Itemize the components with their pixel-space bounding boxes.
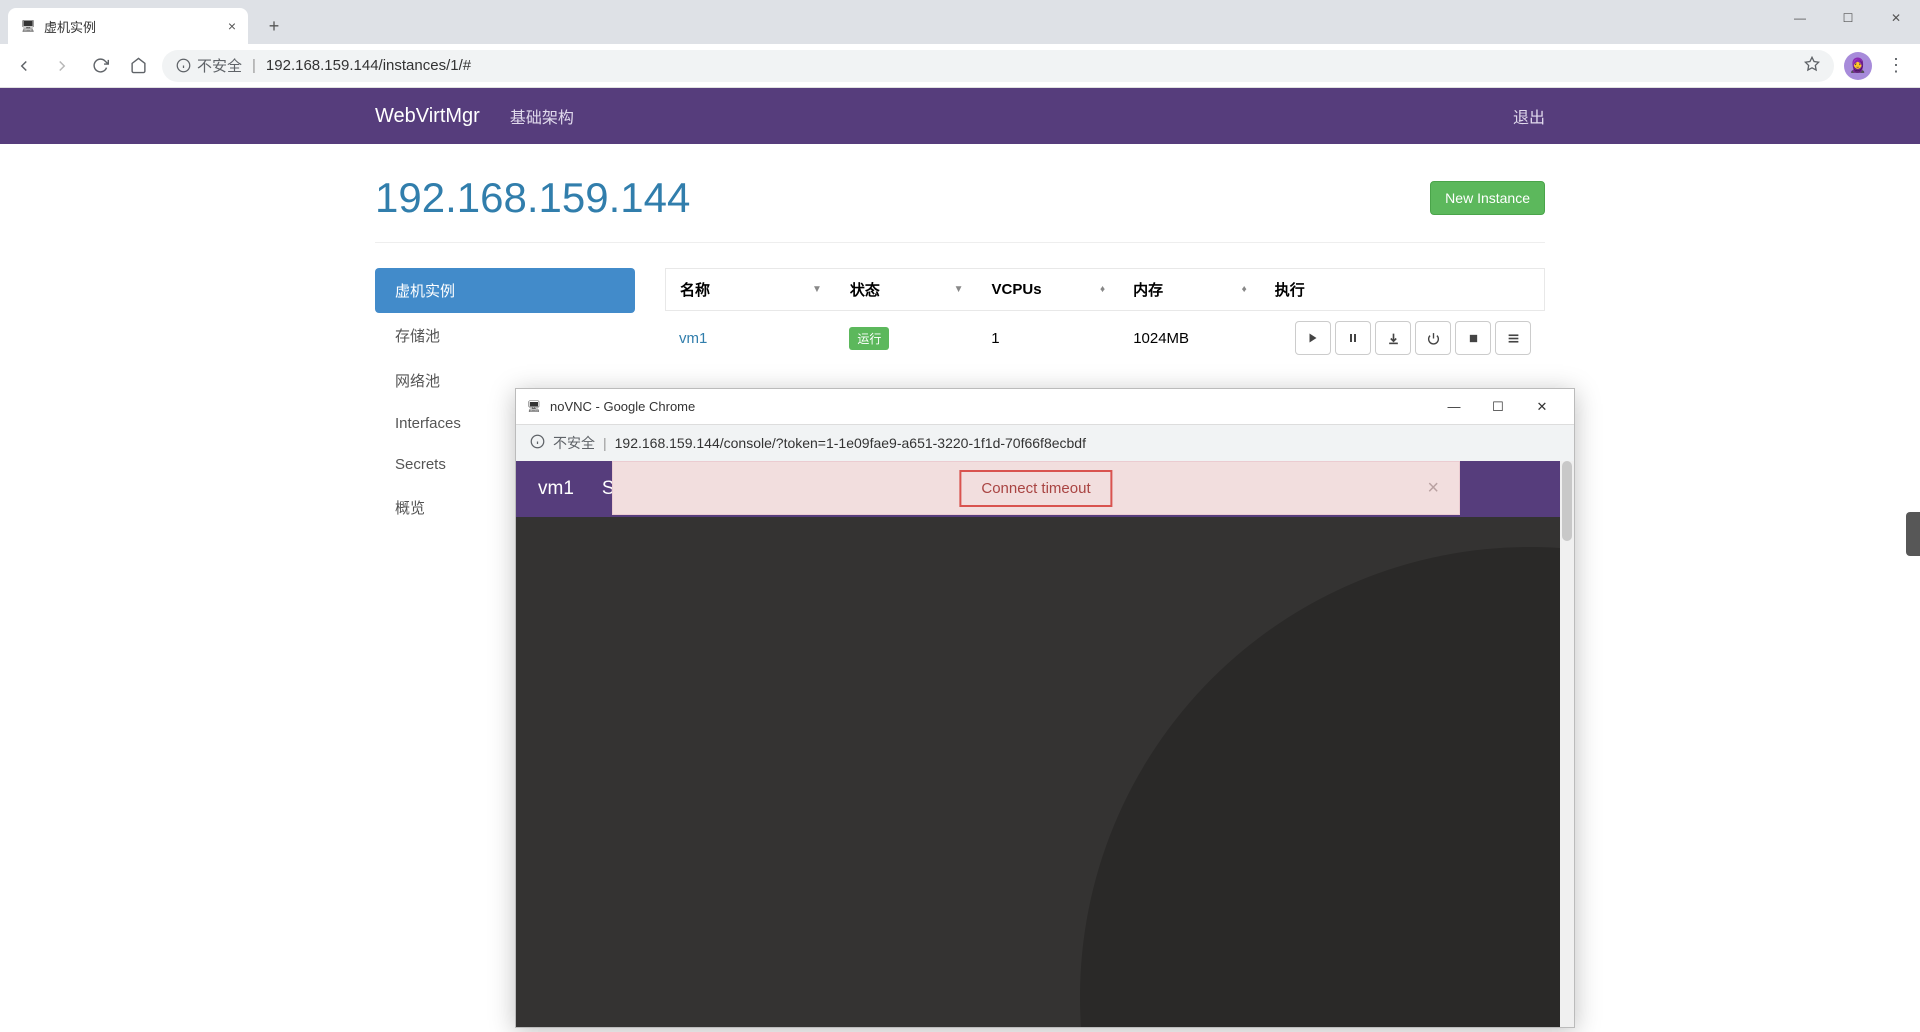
new-tab-button[interactable]: + bbox=[260, 12, 288, 40]
browser-toolbar: 不安全 | 192.168.159.144/instances/1/# 🧕 ⋮ bbox=[0, 44, 1920, 88]
download-button[interactable] bbox=[1375, 321, 1411, 355]
addr-separator: | bbox=[252, 57, 256, 74]
brand-label[interactable]: WebVirtMgr bbox=[375, 105, 480, 128]
sort-dual-icon[interactable]: ♦ bbox=[1242, 284, 1247, 295]
page-title: 192.168.159.144 bbox=[375, 174, 690, 222]
popup-window-title: noVNC - Google Chrome bbox=[550, 399, 695, 414]
alert-message: Connect timeout bbox=[959, 470, 1112, 507]
bookmark-star-icon[interactable] bbox=[1804, 56, 1820, 76]
sidebar-item-instances[interactable]: 虚机实例 bbox=[375, 268, 635, 313]
novnc-popup-window: 🖥 noVNC - Google Chrome — ☐ ✕ 不安全 | 192.… bbox=[515, 388, 1575, 1028]
popup-url-text: 192.168.159.144/console/?token=1-1e09fae… bbox=[615, 435, 1086, 451]
status-badge: 运行 bbox=[849, 327, 889, 350]
vcpu-value: 1 bbox=[991, 330, 999, 347]
profile-avatar[interactable]: 🧕 bbox=[1844, 52, 1872, 80]
th-name[interactable]: 名称 bbox=[680, 279, 710, 300]
action-group bbox=[1275, 321, 1531, 355]
popup-titlebar[interactable]: 🖥 noVNC - Google Chrome — ☐ ✕ bbox=[516, 389, 1574, 425]
site-info-icon[interactable]: 不安全 bbox=[176, 55, 242, 76]
vnc-console-area[interactable] bbox=[516, 517, 1560, 1027]
nav-logout-link[interactable]: 退出 bbox=[1513, 104, 1545, 128]
popup-addr-separator: | bbox=[603, 435, 607, 451]
reload-button[interactable] bbox=[86, 52, 114, 80]
browser-chrome: 🖥 虚机实例 × + — ☐ ✕ 不安全 | 192.168.159.144 bbox=[0, 0, 1920, 88]
console-shadow-arc bbox=[1080, 547, 1574, 1027]
browser-menu-button[interactable]: ⋮ bbox=[1882, 55, 1910, 76]
nav-infrastructure-link[interactable]: 基础架构 bbox=[510, 104, 574, 128]
tab-strip: 🖥 虚机实例 × + bbox=[0, 0, 1920, 44]
address-bar[interactable]: 不安全 | 192.168.159.144/instances/1/# bbox=[162, 50, 1834, 82]
th-vcpus[interactable]: VCPUs bbox=[992, 281, 1042, 298]
tab-favicon-icon: 🖥 bbox=[20, 18, 36, 34]
popup-address-bar[interactable]: 不安全 | 192.168.159.144/console/?token=1-1… bbox=[516, 425, 1574, 461]
minimize-button[interactable]: — bbox=[1776, 0, 1824, 36]
th-action: 执行 bbox=[1275, 279, 1305, 300]
pause-button[interactable] bbox=[1335, 321, 1371, 355]
popup-not-secure-label: 不安全 bbox=[553, 433, 595, 453]
table-row: vm1 运行 1 1024MB bbox=[665, 311, 1545, 365]
console-button[interactable] bbox=[1495, 321, 1531, 355]
popup-scrollbar[interactable] bbox=[1560, 461, 1574, 1027]
popup-close-button[interactable]: ✕ bbox=[1520, 389, 1564, 425]
window-controls: — ☐ ✕ bbox=[1776, 0, 1920, 36]
th-memory[interactable]: 内存 bbox=[1133, 279, 1163, 300]
popup-page: vm1 S Connect timeout × bbox=[516, 461, 1574, 1027]
stop-button[interactable] bbox=[1455, 321, 1491, 355]
forward-button[interactable] bbox=[48, 52, 76, 80]
not-secure-label: 不安全 bbox=[197, 55, 242, 76]
browser-tab[interactable]: 🖥 虚机实例 × bbox=[8, 8, 248, 44]
play-button[interactable] bbox=[1295, 321, 1331, 355]
new-instance-button[interactable]: New Instance bbox=[1430, 181, 1545, 215]
scroll-thumb[interactable] bbox=[1562, 461, 1572, 541]
page-header: 192.168.159.144 New Instance bbox=[375, 174, 1545, 243]
back-button[interactable] bbox=[10, 52, 38, 80]
url-text: 192.168.159.144/instances/1/# bbox=[266, 57, 471, 74]
table-header: 名称 ▼ 状态 ▼ VCPUs ♦ 内存 ♦ 执行 bbox=[665, 268, 1545, 311]
memory-value: 1024MB bbox=[1133, 330, 1189, 347]
sort-dual-icon[interactable]: ♦ bbox=[1100, 284, 1105, 295]
power-button[interactable] bbox=[1415, 321, 1451, 355]
popup-maximize-button[interactable]: ☐ bbox=[1476, 389, 1520, 425]
popup-vm-label: vm1 bbox=[538, 478, 574, 500]
sidebar-item-storage[interactable]: 存储池 bbox=[375, 313, 635, 358]
popup-site-info-icon[interactable] bbox=[530, 434, 545, 452]
close-window-button[interactable]: ✕ bbox=[1872, 0, 1920, 36]
alert-close-icon[interactable]: × bbox=[1427, 477, 1439, 500]
close-tab-icon[interactable]: × bbox=[228, 18, 236, 34]
tab-title: 虚机实例 bbox=[44, 17, 220, 36]
maximize-button[interactable]: ☐ bbox=[1824, 0, 1872, 36]
sort-icon[interactable]: ▼ bbox=[812, 284, 822, 295]
sort-icon[interactable]: ▼ bbox=[954, 284, 964, 295]
popup-favicon-icon: 🖥 bbox=[526, 399, 542, 415]
home-button[interactable] bbox=[124, 52, 152, 80]
edge-tab-handle[interactable] bbox=[1906, 512, 1920, 556]
alert-banner: Connect timeout × bbox=[612, 461, 1460, 515]
app-navbar: WebVirtMgr 基础架构 退出 bbox=[0, 88, 1920, 144]
vm-name-link[interactable]: vm1 bbox=[679, 330, 707, 347]
th-status[interactable]: 状态 bbox=[850, 279, 880, 300]
popup-minimize-button[interactable]: — bbox=[1432, 389, 1476, 425]
